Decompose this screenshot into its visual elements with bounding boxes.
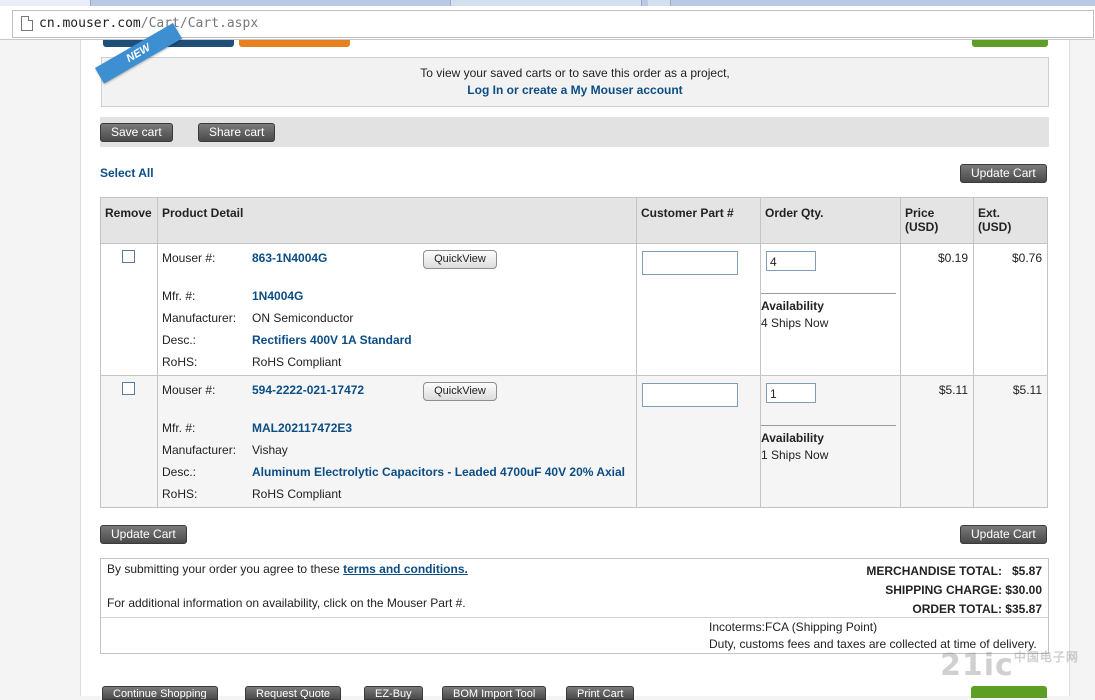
qty-cell: 4 Availability 4 Ships Now [761, 244, 900, 375]
mfr-label: Mfr. #: [162, 289, 196, 303]
checkout-top-button[interactable] [972, 40, 1048, 47]
table-row: Mouser #: 863-1N4004G QuickView Mfr. #: … [100, 243, 1048, 376]
table-header-row: Remove Product Detail Customer Part # Or… [100, 197, 1048, 244]
ext-price: $5.11 [1012, 383, 1042, 397]
order-summary: By submitting your order you agree to th… [100, 558, 1049, 654]
cart-table: Remove Product Detail Customer Part # Or… [100, 197, 1048, 508]
qty-cell: 1 Availability 1 Ships Now [761, 376, 900, 507]
mouser-label: Mouser #: [162, 383, 216, 397]
url-text: cn.mouser.com/Cart/Cart.aspx [39, 16, 259, 31]
mfr-part-link[interactable]: MAL202117472E3 [252, 421, 352, 435]
desc-link[interactable]: Aluminum Electrolytic Capacitors - Leade… [252, 465, 625, 479]
header-product-detail: Product Detail [157, 197, 637, 244]
mouser-part-link[interactable]: 863-1N4004G [252, 251, 327, 265]
customer-part-input[interactable] [642, 251, 738, 275]
header-ext: Ext. (USD) [973, 197, 1048, 244]
divider [761, 425, 896, 426]
availability-info: For additional information on availabili… [107, 596, 466, 610]
divider [101, 617, 1048, 618]
checkout-button[interactable] [971, 686, 1047, 698]
qty-input[interactable]: 1 [766, 383, 816, 403]
remove-checkbox[interactable] [122, 250, 135, 263]
ext-price: $0.76 [1011, 251, 1042, 265]
rohs-label: RoHS: [162, 355, 198, 369]
divider [761, 293, 896, 294]
select-all-link[interactable]: Select All [100, 166, 154, 180]
save-cart-button[interactable]: Save cart [100, 123, 173, 142]
qty-input[interactable]: 4 [766, 251, 816, 271]
update-cart-button-bottom-left[interactable]: Update Cart [100, 525, 187, 544]
login-prompt: To view your saved carts or to save this… [101, 57, 1049, 107]
share-cart-button[interactable]: Share cart [198, 123, 276, 142]
availability-value: 1 Ships Now [761, 448, 829, 462]
remove-checkbox[interactable] [122, 382, 135, 395]
mouser-part-link[interactable]: 594-2222-021-17472 [252, 383, 364, 397]
availability-value: 4 Ships Now [761, 316, 829, 330]
terms-link[interactable]: terms and conditions. [343, 562, 468, 576]
request-quote-button[interactable]: Request Quote [245, 686, 341, 700]
terms-statement: By submitting your order you agree to th… [107, 562, 468, 576]
mfr-label: Mfr. #: [162, 421, 196, 435]
print-cart-button[interactable]: Print Cart [566, 686, 635, 700]
unit-price: $0.19 [937, 251, 968, 265]
rohs-value: RoHS Compliant [252, 355, 342, 369]
watermark-logo: 21ic中国电子网 [940, 648, 1079, 683]
login-prompt-text: To view your saved carts or to save this… [420, 66, 730, 80]
manufacturer-label: Manufacturer: [162, 311, 237, 325]
quickview-button[interactable]: QuickView [423, 382, 497, 401]
header-remove: Remove [100, 197, 158, 244]
customer-part-input[interactable] [642, 383, 738, 407]
manufacturer-value: Vishay [252, 443, 288, 457]
product-detail: Mouser #: 863-1N4004G QuickView Mfr. #: … [158, 244, 636, 375]
request-quote-top-button[interactable] [239, 40, 350, 47]
manufacturer-value: ON Semiconductor [252, 311, 354, 325]
totals: MERCHANDISE TOTAL: $5.87 SHIPPING CHARGE… [866, 562, 1042, 619]
desc-label: Desc.: [162, 333, 197, 347]
header-order-qty: Order Qty. [760, 197, 901, 244]
incoterms: Incoterms:FCA (Shipping Point) [709, 620, 878, 634]
page-icon [21, 16, 33, 31]
product-detail: Mouser #: 594-2222-021-17472 QuickView M… [158, 376, 636, 507]
desc-link[interactable]: Rectifiers 400V 1A Standard [252, 333, 412, 347]
availability-label: Availability [761, 431, 824, 445]
bom-import-button[interactable]: BOM Import Tool [442, 686, 547, 700]
mfr-part-link[interactable]: 1N4004G [252, 289, 303, 303]
manufacturer-label: Manufacturer: [162, 443, 237, 457]
table-row: Mouser #: 594-2222-021-17472 QuickView M… [100, 375, 1048, 508]
header-customer-part: Customer Part # [636, 197, 761, 244]
rohs-value: RoHS Compliant [252, 487, 342, 501]
desc-label: Desc.: [162, 465, 197, 479]
mouser-label: Mouser #: [162, 251, 216, 265]
shipping-charge: SHIPPING CHARGE: $30.00 [885, 583, 1042, 597]
update-cart-button[interactable]: Update Cart [960, 164, 1047, 183]
header-price: Price (USD) [900, 197, 974, 244]
quickview-button[interactable]: QuickView [423, 250, 497, 269]
page-content: To view your saved carts or to save this… [80, 23, 1070, 700]
unit-price: $5.11 [938, 383, 968, 397]
rohs-label: RoHS: [162, 487, 198, 501]
login-link[interactable]: Log In or create a My Mouser account [102, 83, 1048, 97]
ez-buy-button[interactable]: EZ-Buy [364, 686, 423, 700]
cart-toolbar: Save cart Share cart [100, 117, 1049, 147]
merchandise-total: MERCHANDISE TOTAL: $5.87 [866, 564, 1042, 578]
continue-shopping-button[interactable]: Continue Shopping [102, 686, 218, 700]
update-cart-button-bottom-right[interactable]: Update Cart [960, 525, 1047, 544]
availability-label: Availability [761, 299, 824, 313]
